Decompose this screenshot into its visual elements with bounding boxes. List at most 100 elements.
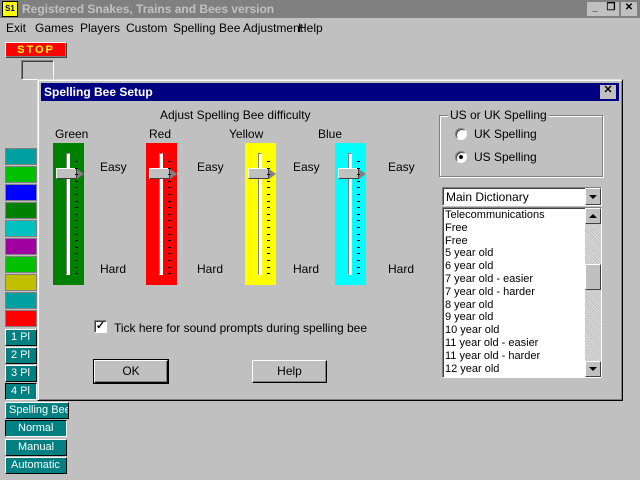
game-tile-snake[interactable] — [5, 148, 37, 165]
menu-help[interactable]: Help — [298, 21, 323, 35]
yellow-difficulty-slider[interactable] — [245, 143, 276, 285]
chevron-down-icon[interactable] — [585, 188, 601, 205]
player-button-3[interactable]: 3 Pl — [5, 365, 37, 382]
dictionary-list-item[interactable]: 11 year old - easier — [445, 337, 583, 350]
game-tile-lizard[interactable] — [5, 292, 37, 309]
slider-thumb[interactable] — [248, 168, 276, 179]
us-spelling-radio[interactable] — [455, 151, 467, 163]
dictionary-list[interactable]: Telecommunications Free Free 5 year old 6 ye… — [442, 207, 602, 378]
menu-custom[interactable]: Custom — [126, 21, 167, 35]
game-tile-bees[interactable] — [5, 184, 37, 201]
slider-tick — [267, 220, 270, 222]
dictionary-list-item[interactable]: 8 year old — [445, 299, 583, 312]
slider-thumb[interactable] — [56, 168, 84, 179]
dictionary-select-value: Main Dictionary — [446, 190, 529, 204]
us-spelling-label: US Spelling — [474, 150, 537, 164]
slider-tick — [267, 227, 270, 228]
sound-prompts-label: Tick here for sound prompts during spell… — [114, 321, 368, 335]
slider-tick — [75, 227, 78, 228]
game-tile-frog[interactable] — [5, 166, 37, 183]
slider-tick — [267, 167, 270, 169]
slider-thumb[interactable] — [338, 168, 366, 179]
dialog-close-icon[interactable]: ✕ — [600, 85, 616, 99]
app-icon[interactable]: S1 — [2, 1, 18, 17]
game-tile-caterpillar[interactable] — [5, 256, 37, 273]
difficulty-heading: Adjust Spelling Bee difficulty — [160, 108, 311, 122]
red-difficulty-slider[interactable] — [146, 143, 177, 285]
slider-tick — [168, 194, 171, 195]
slider-tick — [267, 207, 270, 209]
slider-tick — [168, 200, 171, 202]
slider-tick — [267, 260, 270, 261]
slider-tick — [168, 207, 171, 209]
slider-tick — [168, 161, 171, 162]
slider-tick — [75, 253, 78, 255]
game-tile-bee[interactable] — [5, 274, 37, 291]
mode-spelling-bee-button[interactable]: Spelling Bee — [5, 402, 69, 419]
mode-normal-button[interactable]: Normal — [5, 420, 67, 437]
app-titlebar: S1 Registered Snakes, Trains and Bees ve… — [0, 0, 640, 18]
dictionary-select[interactable]: Main Dictionary — [442, 187, 602, 206]
slider-tick — [75, 213, 78, 215]
mode-automatic-button[interactable]: Automatic — [5, 457, 67, 474]
green-easy-label: Easy — [100, 160, 127, 174]
uk-spelling-radio[interactable] — [455, 128, 467, 140]
uk-spelling-label: UK Spelling — [474, 127, 537, 141]
menu-players[interactable]: Players — [80, 21, 120, 35]
dictionary-list-item[interactable]: 5 year old — [445, 247, 583, 260]
close-icon[interactable]: ✕ — [621, 2, 637, 16]
game-tile-engine[interactable] — [5, 310, 37, 327]
slider-tick — [75, 207, 78, 209]
spelling-group-box — [439, 115, 603, 177]
help-button[interactable]: Help — [252, 360, 327, 383]
player-button-2[interactable]: 2 Pl — [5, 347, 37, 364]
menu-exit[interactable]: Exit — [6, 21, 26, 35]
slider-tick — [75, 266, 78, 268]
green-difficulty-slider[interactable] — [53, 143, 84, 285]
dictionary-list-item[interactable]: 11 year old - harder — [445, 350, 583, 363]
slider-label-green: Green — [55, 127, 89, 141]
slider-tick — [357, 187, 360, 189]
scroll-thumb[interactable] — [585, 264, 601, 290]
dialog-titlebar: Spelling Bee Setup ✕ — [41, 83, 619, 101]
dictionary-list-item[interactable]: 6 year old — [445, 260, 583, 273]
game-tile-train[interactable] — [5, 202, 37, 219]
dictionary-list-item[interactable]: Telecommunications — [445, 209, 583, 222]
yellow-hard-label: Hard — [293, 262, 320, 276]
minimize-icon[interactable]: _ — [587, 2, 603, 16]
dictionary-list-item[interactable]: 10 year old — [445, 324, 583, 337]
restore-icon[interactable]: ❐ — [603, 2, 619, 16]
dictionary-list-item[interactable]: 7 year old - easier — [445, 273, 583, 286]
menu-spelling-bee-adjustment[interactable]: Spelling Bee Adjustment — [173, 21, 303, 35]
menu-games[interactable]: Games — [35, 21, 74, 35]
dictionary-list-item[interactable]: 12 year old — [445, 363, 583, 376]
slider-tick — [357, 213, 360, 215]
slider-tick — [267, 246, 270, 248]
blue-difficulty-slider[interactable] — [335, 143, 366, 285]
stop-button[interactable]: STOP — [5, 42, 67, 58]
dictionary-list-item[interactable]: Free — [445, 222, 583, 235]
scroll-up-icon[interactable] — [585, 208, 601, 224]
slider-thumb[interactable] — [149, 168, 177, 179]
slider-tick — [357, 240, 360, 242]
slider-tick — [267, 180, 270, 182]
game-tile-ladder[interactable] — [5, 238, 37, 255]
game-tile-snake-2[interactable] — [5, 220, 37, 237]
dictionary-list-item[interactable]: 9 year old — [445, 311, 583, 324]
dictionary-list-scrollbar[interactable] — [585, 208, 601, 377]
slider-tick — [168, 213, 171, 215]
slider-tick — [75, 273, 78, 275]
dictionary-list-item[interactable]: Free — [445, 235, 583, 248]
ok-button[interactable]: OK — [93, 359, 169, 384]
mode-manual-button[interactable]: Manual — [5, 439, 67, 456]
player-button-4[interactable]: 4 Pl — [5, 383, 37, 400]
yellow-easy-label: Easy — [293, 160, 320, 174]
slider-tick — [168, 266, 171, 268]
slider-tick — [267, 240, 270, 242]
slider-tick — [267, 233, 270, 235]
player-button-1[interactable]: 1 Pl — [5, 329, 37, 346]
dictionary-list-item[interactable]: 7 year old - harder — [445, 286, 583, 299]
sound-prompts-checkbox[interactable]: ✓ — [94, 320, 107, 333]
scroll-down-icon[interactable] — [585, 361, 601, 377]
slider-label-red: Red — [149, 127, 172, 141]
